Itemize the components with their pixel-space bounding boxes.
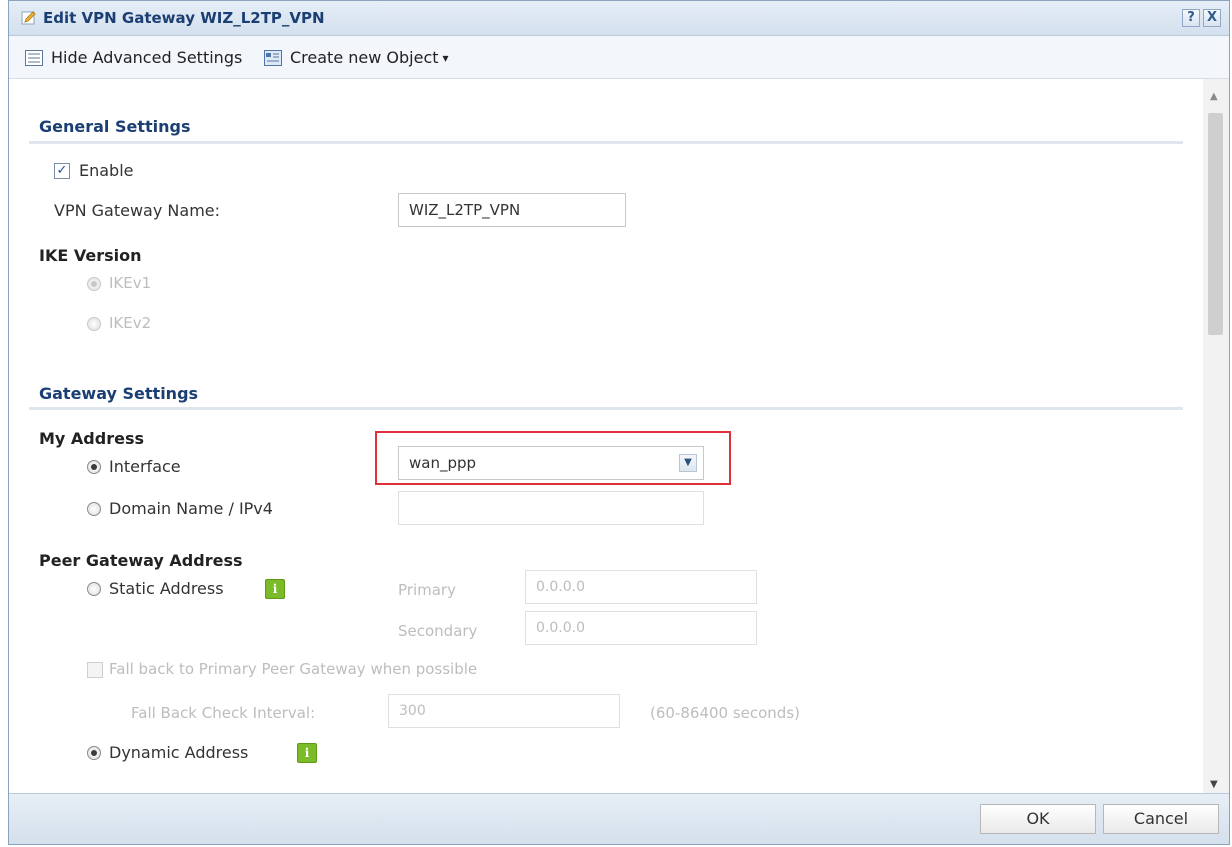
- static-address-label: Static Address: [109, 579, 224, 598]
- enable-label: Enable: [79, 161, 134, 180]
- fallback-interval-label: Fall Back Check Interval:: [131, 704, 316, 722]
- ike-version-header: IKE Version: [39, 246, 142, 265]
- interface-radio[interactable]: [87, 460, 101, 474]
- interface-select-value: wan_ppp: [409, 454, 477, 472]
- hide-advanced-settings-label: Hide Advanced Settings: [51, 48, 243, 67]
- domain-name-radio[interactable]: [87, 502, 101, 516]
- primary-address-input[interactable]: 0.0.0.0: [525, 570, 757, 604]
- general-settings-header: General Settings: [39, 117, 191, 136]
- help-button[interactable]: ?: [1182, 9, 1200, 27]
- chevron-down-icon: ▾: [442, 50, 449, 65]
- object-icon: [264, 49, 282, 66]
- vpn-gateway-name-input[interactable]: WIZ_L2TP_VPN: [398, 193, 626, 227]
- cancel-button[interactable]: Cancel: [1103, 804, 1219, 834]
- scroll-up-icon[interactable]: ▲: [1210, 91, 1218, 102]
- ikev1-radio[interactable]: [87, 277, 101, 291]
- vpn-gateway-name-label: VPN Gateway Name:: [54, 201, 221, 220]
- content-area: General Settings ✓ Enable VPN Gateway Na…: [9, 79, 1229, 794]
- edit-vpn-gateway-dialog: Edit VPN Gateway WIZ_L2TP_VPN ? X Hide A…: [8, 0, 1230, 845]
- dialog-footer: OK Cancel: [9, 793, 1229, 844]
- my-address-header: My Address: [39, 429, 144, 448]
- section-divider: [29, 141, 1183, 144]
- ikev1-label: IKEv1: [109, 274, 152, 292]
- dynamic-address-radio[interactable]: [87, 746, 101, 760]
- scroll-down-icon[interactable]: ▼: [1210, 779, 1218, 790]
- create-new-object-button[interactable]: Create new Object ▾: [264, 48, 449, 67]
- scrollbar-thumb[interactable]: [1208, 113, 1223, 335]
- hide-advanced-settings-button[interactable]: Hide Advanced Settings: [25, 48, 242, 67]
- create-new-object-label: Create new Object: [290, 48, 439, 67]
- settings-list-icon: [25, 49, 43, 66]
- primary-label: Primary: [398, 581, 456, 599]
- info-icon[interactable]: i: [297, 743, 317, 763]
- gateway-settings-header: Gateway Settings: [39, 384, 199, 403]
- info-icon[interactable]: i: [265, 579, 285, 599]
- fallback-label: Fall back to Primary Peer Gateway when p…: [109, 660, 478, 678]
- ikev2-radio[interactable]: [87, 317, 101, 331]
- fallback-interval-range: (60-86400 seconds): [650, 704, 800, 722]
- edit-pencil-icon: [21, 11, 36, 25]
- domain-name-input[interactable]: [398, 491, 704, 525]
- ok-button[interactable]: OK: [980, 804, 1096, 834]
- static-address-radio[interactable]: [87, 582, 101, 596]
- ikev2-label: IKEv2: [109, 314, 152, 332]
- section-divider: [29, 407, 1183, 410]
- fallback-interval-input[interactable]: 300: [388, 694, 620, 728]
- dialog-title: Edit VPN Gateway WIZ_L2TP_VPN: [43, 9, 325, 27]
- toolbar: Hide Advanced Settings Create new Object…: [9, 36, 1229, 79]
- close-button[interactable]: X: [1203, 9, 1221, 27]
- peer-gateway-header: Peer Gateway Address: [39, 551, 243, 570]
- interface-select[interactable]: wan_ppp ▼: [398, 446, 704, 480]
- domain-name-label: Domain Name / IPv4: [109, 499, 273, 518]
- dynamic-address-label: Dynamic Address: [109, 743, 249, 762]
- title-bar: Edit VPN Gateway WIZ_L2TP_VPN ? X: [9, 1, 1229, 36]
- enable-checkbox[interactable]: ✓: [54, 163, 70, 179]
- vertical-scrollbar[interactable]: ▲ ▼: [1203, 79, 1229, 794]
- secondary-label: Secondary: [398, 622, 478, 640]
- secondary-address-input[interactable]: 0.0.0.0: [525, 611, 757, 645]
- chevron-down-icon[interactable]: ▼: [679, 454, 697, 472]
- fallback-checkbox[interactable]: [87, 662, 103, 678]
- interface-label: Interface: [109, 457, 181, 476]
